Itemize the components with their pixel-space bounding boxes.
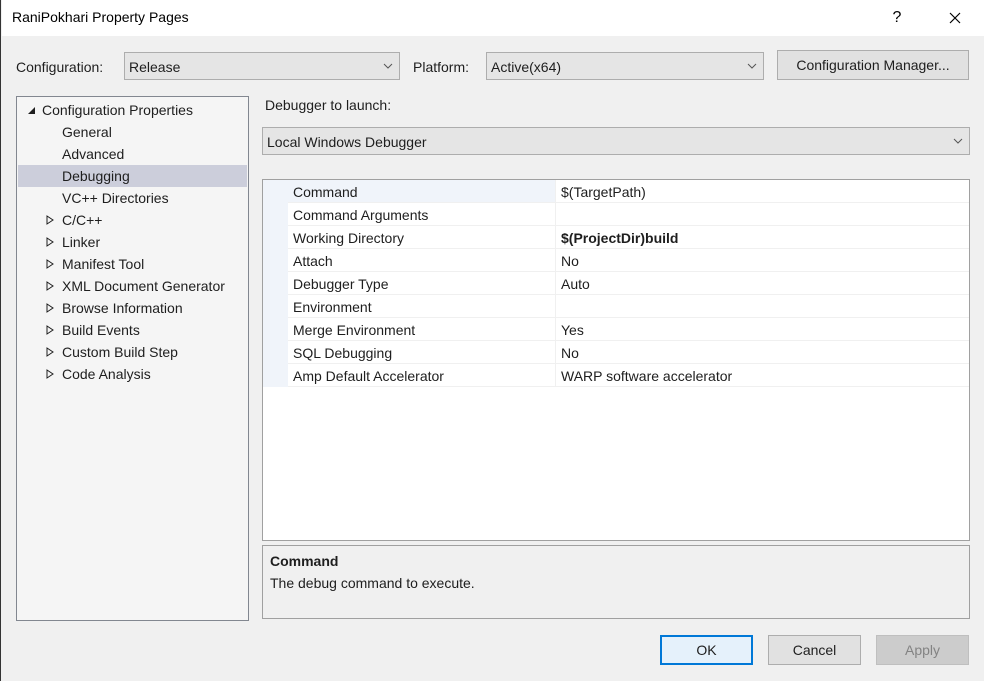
property-row[interactable]: Command $(TargetPath) (288, 180, 969, 203)
property-row[interactable]: Merge Environment Yes (288, 318, 969, 341)
property-name: Command (288, 180, 556, 202)
tree-item-xml-document-generator[interactable]: XML Document Generator (18, 275, 247, 297)
property-name: SQL Debugging (288, 341, 556, 363)
tree-item-browse-information[interactable]: Browse Information (18, 297, 247, 319)
title-bar: RaniPokhari Property Pages ? (2, 0, 984, 36)
debugger-to-launch-label: Debugger to launch: (265, 97, 392, 113)
property-value[interactable]: Yes (556, 318, 969, 340)
tree-item-label: Advanced (62, 146, 125, 162)
property-row[interactable]: Command Arguments (288, 203, 969, 226)
property-value[interactable]: WARP software accelerator (556, 364, 969, 386)
tree-item-debugging[interactable]: Debugging (18, 165, 247, 187)
apply-button: Apply (876, 635, 969, 665)
grid-gutter (263, 180, 288, 387)
collapsed-triangle-icon[interactable] (45, 363, 55, 385)
ok-label: OK (696, 642, 717, 658)
property-value[interactable] (556, 203, 969, 225)
configuration-label: Configuration: (16, 59, 104, 75)
collapsed-triangle-icon[interactable] (45, 297, 55, 319)
description-panel: Command The debug command to execute. (262, 545, 970, 619)
tree-item-label: Configuration Properties (42, 102, 193, 118)
property-name: Working Directory (288, 226, 556, 248)
chevron-down-icon (747, 63, 757, 69)
property-row[interactable]: SQL Debugging No (288, 341, 969, 364)
property-name: Merge Environment (288, 318, 556, 340)
configuration-manager-label: Configuration Manager... (796, 57, 950, 73)
property-name: Debugger Type (288, 272, 556, 294)
property-value[interactable]: Auto (556, 272, 969, 294)
debugger-dropdown[interactable]: Local Windows Debugger (262, 127, 970, 155)
window-title: RaniPokhari Property Pages (12, 9, 189, 25)
tree-item-label: Build Events (62, 322, 140, 338)
property-value[interactable]: $(ProjectDir)build (556, 226, 969, 248)
tree-item-advanced[interactable]: Advanced (18, 143, 247, 165)
property-value[interactable]: No (556, 341, 969, 363)
platform-label: Platform: (413, 59, 470, 75)
tree-item-label: VC++ Directories (62, 190, 169, 206)
collapsed-triangle-icon[interactable] (45, 253, 55, 275)
property-row[interactable]: Attach No (288, 249, 969, 272)
description-text: The debug command to execute. (270, 575, 475, 591)
property-row[interactable]: Working Directory $(ProjectDir)build (288, 226, 969, 249)
collapsed-triangle-icon[interactable] (45, 319, 55, 341)
property-name: Environment (288, 295, 556, 317)
tree-item-label: Code Analysis (62, 366, 151, 382)
property-name: Amp Default Accelerator (288, 364, 556, 386)
collapsed-triangle-icon[interactable] (45, 231, 55, 253)
property-value[interactable] (556, 295, 969, 317)
tree-item-general[interactable]: General (18, 121, 247, 143)
collapsed-triangle-icon[interactable] (45, 275, 55, 297)
tree-item-label: Debugging (62, 168, 130, 184)
collapsed-triangle-icon[interactable] (45, 341, 55, 363)
ok-button[interactable]: OK (660, 635, 753, 665)
tree-item-vc-directories[interactable]: VC++ Directories (18, 187, 247, 209)
help-icon: ? (892, 9, 902, 26)
category-tree: Configuration Properties General Advanced… (16, 96, 249, 621)
property-row[interactable]: Debugger Type Auto (288, 272, 969, 295)
configuration-value: Release (129, 59, 181, 75)
tree-item-configuration-properties[interactable]: Configuration Properties (18, 99, 247, 121)
property-name: Attach (288, 249, 556, 271)
tree-item-label: C/C++ (62, 212, 103, 228)
tree-item-label: Linker (62, 234, 101, 250)
chevron-down-icon (383, 63, 393, 69)
tree-item-code-analysis[interactable]: Code Analysis (18, 363, 247, 385)
close-button[interactable] (932, 0, 978, 36)
platform-value: Active(x64) (491, 59, 562, 75)
property-name: Command Arguments (288, 203, 556, 225)
property-value[interactable]: No (556, 249, 969, 271)
platform-dropdown[interactable]: Active(x64) (486, 52, 764, 80)
help-button[interactable]: ? (874, 0, 920, 36)
tree-item-label: Manifest Tool (62, 256, 145, 272)
configuration-dropdown[interactable]: Release (124, 52, 400, 80)
property-pages-dialog: RaniPokhari Property Pages ? Configurati… (0, 0, 984, 681)
cancel-button[interactable]: Cancel (768, 635, 861, 665)
close-icon (949, 12, 961, 24)
tree-item-custom-build-step[interactable]: Custom Build Step (18, 341, 247, 363)
property-value[interactable]: $(TargetPath) (556, 180, 969, 202)
apply-label: Apply (904, 642, 941, 658)
tree-item-label: Browse Information (62, 300, 183, 316)
expanded-triangle-icon[interactable] (26, 99, 36, 121)
tree-item-label: Custom Build Step (62, 344, 178, 360)
tree-item-build-events[interactable]: Build Events (18, 319, 247, 341)
property-grid: Command $(TargetPath) Command Arguments Wor… (262, 179, 970, 541)
tree-item-label: General (62, 124, 112, 140)
property-row[interactable]: Amp Default Accelerator WARP software acc… (288, 364, 969, 387)
configuration-manager-button[interactable]: Configuration Manager... (777, 50, 969, 80)
tree-item-label: XML Document Generator (62, 278, 225, 294)
debugger-value: Local Windows Debugger (267, 134, 427, 150)
description-title: Command (270, 553, 339, 569)
tree-item-c-c[interactable]: C/C++ (18, 209, 247, 231)
property-row[interactable]: Environment (288, 295, 969, 318)
cancel-label: Cancel (792, 642, 837, 658)
collapsed-triangle-icon[interactable] (45, 209, 55, 231)
chevron-down-icon (953, 138, 963, 144)
tree-item-manifest-tool[interactable]: Manifest Tool (18, 253, 247, 275)
tree-item-linker[interactable]: Linker (18, 231, 247, 253)
